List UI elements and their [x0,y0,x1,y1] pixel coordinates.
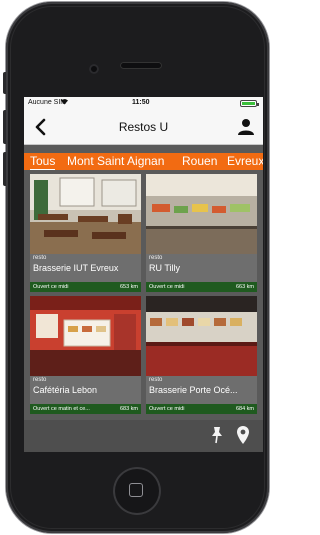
pushpin-icon [212,427,222,444]
opening-hours: Ouvert ce midi [149,406,185,412]
restaurant-photo [30,174,141,254]
filter-tab-rouen[interactable]: Rouen [182,154,217,169]
pin-button[interactable] [210,426,224,444]
page-title: Restos U [118,120,169,134]
card-footer: Ouvert ce matin et ce... 683 km [30,404,141,414]
card-type: resto [149,377,163,383]
card-type: resto [149,255,163,261]
opening-hours: Ouvert ce midi [149,284,185,290]
bottom-toolbar [24,420,263,452]
navigation-bar: Restos U [24,110,263,145]
opening-hours: Ouvert ce midi [33,284,69,290]
profile-button[interactable] [237,117,255,137]
restaurant-card[interactable]: resto Cafétéria Lebon Ouvert ce matin et… [30,296,141,414]
battery-icon [240,100,259,107]
earpiece-speaker [120,62,162,69]
card-footer: Ouvert ce midi 663 km [146,282,257,292]
distance: 663 km [235,284,254,290]
home-square-icon [129,483,143,497]
card-title: Brasserie IUT Evreux [33,263,119,273]
restaurant-card[interactable]: resto Brasserie Porte Océ... Ouvert ce m… [146,296,257,414]
status-bar: Aucune SIM 11:50 [24,97,263,110]
screen: Aucune SIM 11:50 Restos U Tous Mont Sain… [24,97,263,452]
map-button[interactable] [236,425,250,445]
volume-down-button [3,152,6,186]
restaurant-card[interactable]: resto Brasserie IUT Evreux Ouvert ce mid… [30,174,141,292]
opening-hours: Ouvert ce matin et ce... [33,406,90,412]
wifi-icon [60,98,69,107]
clock: 11:50 [132,99,150,106]
distance: 653 km [119,284,138,290]
front-camera [89,64,99,74]
user-icon [238,119,254,135]
card-title: Brasserie Porte Océ... [149,385,238,395]
card-title: RU Tilly [149,263,180,273]
home-button[interactable] [113,467,161,515]
mute-switch [3,72,6,94]
filter-tab-evreux[interactable]: Evreux [227,154,263,169]
filter-tab-tous[interactable]: Tous [30,154,56,170]
restaurant-photo [30,296,141,376]
restaurant-photo [146,296,257,376]
restaurant-card[interactable]: resto RU Tilly Ouvert ce midi 663 km [146,174,257,292]
volume-up-button [3,110,6,144]
filter-tab-mont-saint-aignan[interactable]: Mont Saint Aignan [67,154,164,169]
card-type: resto [33,377,47,383]
card-footer: Ouvert ce midi 653 km [30,282,141,292]
distance: 684 km [235,406,254,412]
filter-tabs: Tous Mont Saint Aignan Rouen Evreux [24,153,263,170]
restaurant-photo [146,174,257,254]
card-title: Cafétéria Lebon [33,385,98,395]
card-footer: Ouvert ce midi 684 km [146,404,257,414]
distance: 683 km [119,406,138,412]
map-marker-icon [237,426,249,444]
card-type: resto [33,255,47,261]
